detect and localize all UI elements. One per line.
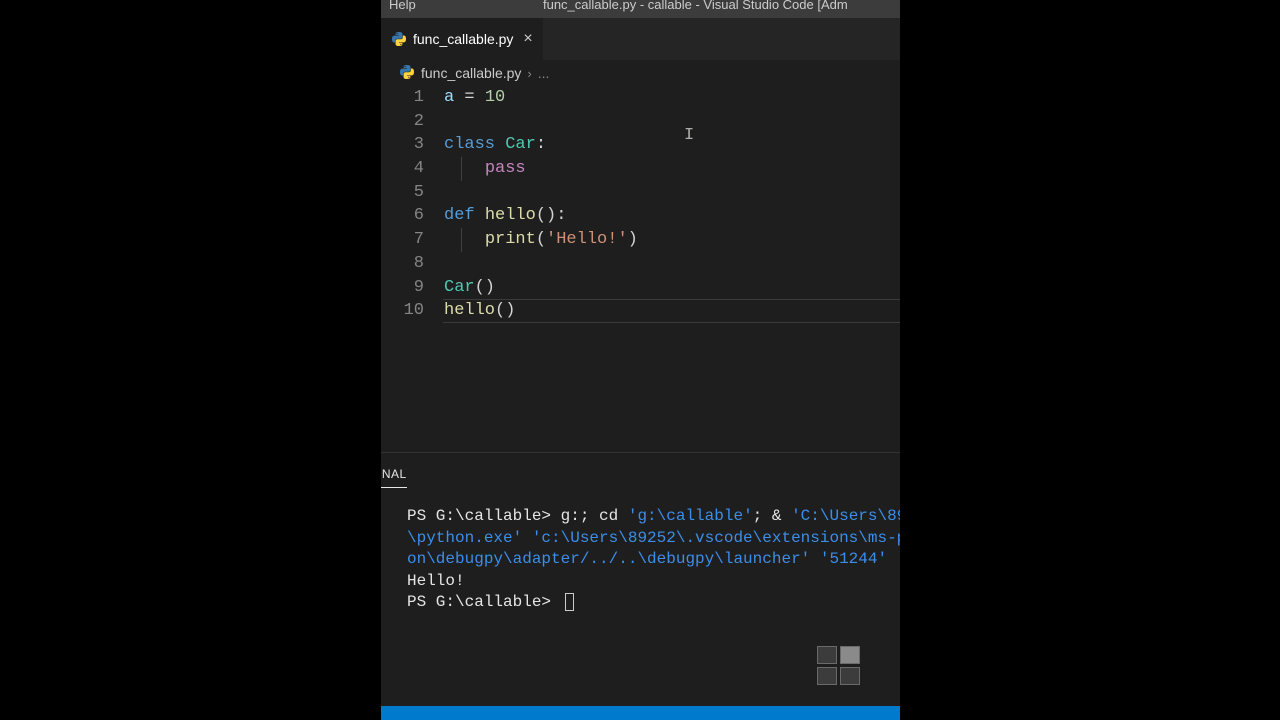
breadcrumb[interactable]: func_callable.py › ... xyxy=(381,60,900,86)
terminal-cursor xyxy=(565,593,574,611)
code-content[interactable]: I a = 10 class Car: pass def hello(): prin… xyxy=(444,86,900,452)
code-line[interactable]: class Car: xyxy=(444,133,900,157)
chevron-right-icon: › xyxy=(527,66,531,81)
terminal-line: \python.exe' 'c:\Users\89252\.vscode\ext… xyxy=(407,528,874,550)
line-number: 8 xyxy=(381,252,424,276)
line-number: 6 xyxy=(381,204,424,228)
breadcrumb-symbol: ... xyxy=(538,65,550,81)
line-number: 10 xyxy=(381,299,424,323)
indent-guide xyxy=(461,228,462,252)
window-title: func_callable.py - callable - Visual Stu… xyxy=(543,0,848,10)
code-line[interactable]: pass xyxy=(444,157,900,181)
python-icon xyxy=(391,31,407,47)
bottom-panel: INAL PS G:\callable> g:; cd 'g:\callable… xyxy=(381,452,900,706)
code-line[interactable]: a = 10 xyxy=(444,86,900,110)
code-editor[interactable]: 12345678910 I a = 10 class Car: pass def h… xyxy=(381,86,900,452)
indent-guide xyxy=(461,157,462,181)
line-number: 9 xyxy=(381,276,424,300)
line-number: 1 xyxy=(381,86,424,110)
terminal[interactable]: PS G:\callable> g:; cd 'g:\callable'; & … xyxy=(381,488,900,706)
terminal-line: PS G:\callable> xyxy=(407,592,874,614)
text-cursor-icon: I xyxy=(684,127,694,144)
terminal-line: Hello! xyxy=(407,571,874,593)
title-bar: Help func_callable.py - callable - Visua… xyxy=(381,0,900,18)
tab-terminal[interactable]: INAL xyxy=(381,461,407,488)
code-line[interactable] xyxy=(444,181,900,205)
status-bar[interactable] xyxy=(381,706,900,720)
code-line[interactable] xyxy=(444,110,900,134)
python-icon xyxy=(399,64,415,83)
close-icon[interactable]: × xyxy=(523,30,532,48)
code-line[interactable] xyxy=(444,252,900,276)
code-line[interactable]: def hello(): xyxy=(444,204,900,228)
code-line[interactable]: hello() xyxy=(444,299,900,323)
line-number: 2 xyxy=(381,110,424,134)
panel-tabs: INAL xyxy=(381,453,900,488)
line-number: 3 xyxy=(381,133,424,157)
line-number: 4 xyxy=(381,157,424,181)
tab-filename: func_callable.py xyxy=(413,31,513,47)
code-line[interactable]: print('Hello!') xyxy=(444,228,900,252)
vscode-window: Help func_callable.py - callable - Visua… xyxy=(381,0,900,720)
code-line[interactable]: Car() xyxy=(444,276,900,300)
line-number: 7 xyxy=(381,228,424,252)
breadcrumb-file: func_callable.py xyxy=(421,65,521,81)
line-number-gutter: 12345678910 xyxy=(381,86,444,452)
line-number: 5 xyxy=(381,181,424,205)
editor-layout-icon[interactable] xyxy=(817,646,865,688)
terminal-line: on\debugpy\adapter/../..\debugpy\launche… xyxy=(407,549,874,571)
editor-tab-active[interactable]: func_callable.py × xyxy=(381,18,543,60)
tab-bar: func_callable.py × xyxy=(381,18,900,60)
terminal-line: PS G:\callable> g:; cd 'g:\callable'; & … xyxy=(407,506,874,528)
menu-help[interactable]: Help xyxy=(389,0,416,10)
